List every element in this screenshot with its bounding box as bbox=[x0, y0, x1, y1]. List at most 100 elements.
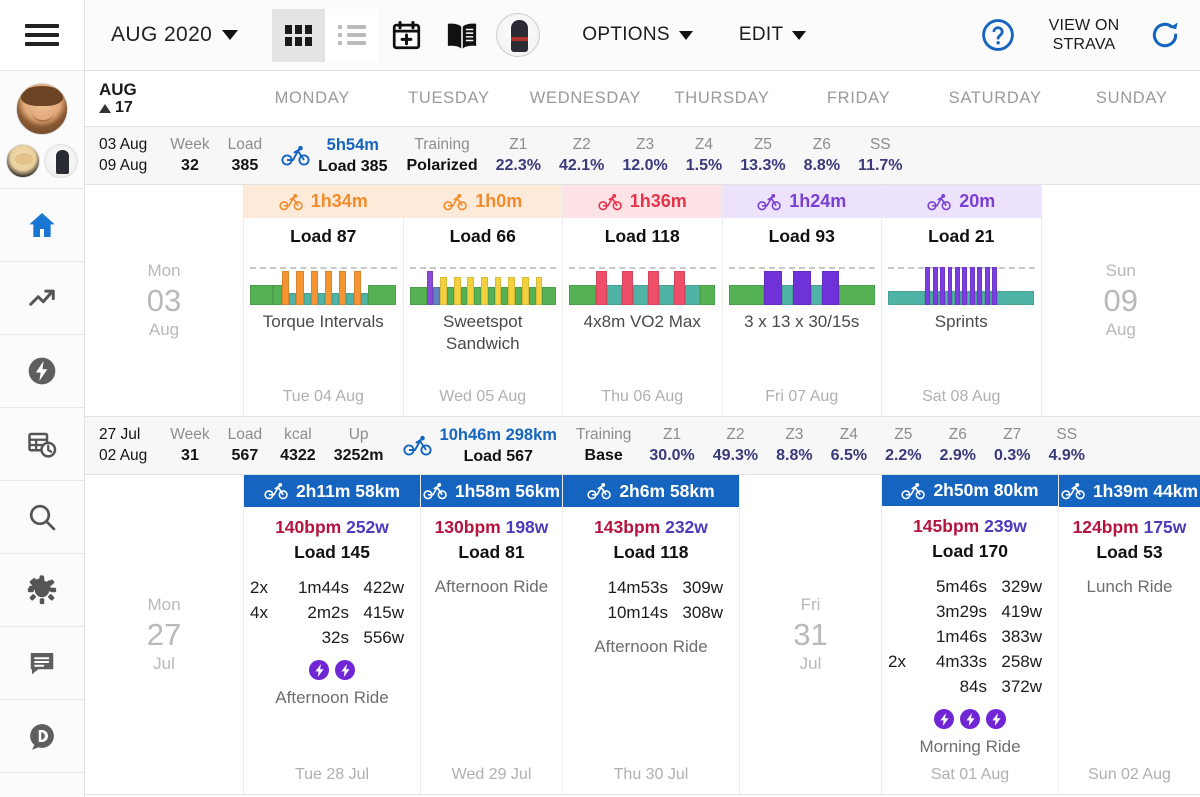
edit-menu[interactable]: EDIT bbox=[729, 18, 816, 52]
week-date-to: 02 Aug bbox=[99, 445, 147, 466]
help-button[interactable] bbox=[970, 7, 1026, 63]
sidebar-item-dashboard[interactable] bbox=[0, 700, 84, 773]
day-cell-empty[interactable]: Mon27Jul bbox=[85, 475, 244, 794]
workout-profile-chart bbox=[567, 253, 718, 305]
add-calendar-button[interactable] bbox=[378, 7, 434, 63]
zone-label: Z5 bbox=[894, 425, 912, 445]
activity-header: 1h39m 44km bbox=[1059, 475, 1200, 507]
effort-list: 14m53s309w10m14s308w bbox=[569, 575, 733, 625]
strava-line2: STRAVA bbox=[1036, 35, 1132, 54]
week-training-type: TrainingPolarized bbox=[397, 135, 486, 176]
empty-day-dow: Mon bbox=[147, 260, 181, 282]
zone-value: 12.0% bbox=[622, 155, 667, 176]
list-view-button[interactable] bbox=[325, 9, 378, 62]
activity-header: 2h11m 58km bbox=[244, 475, 420, 507]
day-cell-planned-workout[interactable]: 1h36mLoad 1184x8m VO2 MaxThu 06 Aug bbox=[563, 185, 723, 416]
library-button[interactable] bbox=[434, 7, 490, 63]
workout-bar bbox=[332, 293, 339, 305]
bolt-icon bbox=[340, 664, 351, 677]
day-cell-empty[interactable]: Sun09Aug bbox=[1042, 185, 1200, 416]
table-clock-icon bbox=[26, 429, 58, 459]
activity-name-row: Afternoon Ride bbox=[435, 575, 548, 598]
week-ride-total: 5h54mLoad 385 bbox=[271, 135, 397, 177]
day-cell-planned-workout[interactable]: 1h24mLoad 933 x 13 x 30/15sFri 07 Aug bbox=[723, 185, 883, 416]
activity-name: Afternoon Ride bbox=[435, 575, 548, 598]
day-header-monday: MONDAY bbox=[244, 89, 381, 108]
grid-view-button[interactable] bbox=[272, 9, 325, 62]
effort-power: 415w bbox=[356, 600, 404, 625]
effort-duration: 5m46s bbox=[921, 574, 987, 599]
week-stat-value: 4322 bbox=[280, 445, 316, 466]
sidebar-item-search[interactable] bbox=[0, 481, 84, 554]
options-menu[interactable]: OPTIONS bbox=[572, 18, 703, 52]
workout-bar bbox=[311, 271, 318, 305]
day-cell-activity[interactable]: 2h50m 80km145bpm 239wLoad 1705m46s329w3m… bbox=[882, 475, 1059, 794]
athlete-avatar[interactable] bbox=[496, 13, 540, 57]
day-header-wednesday: WEDNESDAY bbox=[517, 89, 654, 108]
activity-duration-distance: 1h39m 44km bbox=[1093, 481, 1198, 502]
workout-bar bbox=[361, 293, 368, 305]
week-date-from: 03 Aug bbox=[99, 135, 147, 155]
workout-bar bbox=[250, 285, 273, 305]
day-cell-activity[interactable]: 2h11m 58km140bpm 252wLoad 1452x1m44s422w… bbox=[244, 475, 421, 794]
user-avatar-2[interactable] bbox=[44, 144, 78, 178]
workout-bar bbox=[648, 271, 659, 305]
effort-multiplier: 4x bbox=[250, 600, 276, 625]
training-label: Training bbox=[414, 135, 469, 155]
comment-icon bbox=[27, 648, 57, 678]
refresh-button[interactable] bbox=[1142, 19, 1188, 51]
athlete-switcher[interactable] bbox=[0, 71, 84, 189]
sidebar-item-history[interactable] bbox=[0, 408, 84, 481]
workout-bar bbox=[427, 271, 434, 305]
day-cell-planned-workout[interactable]: 20mLoad 21SprintsSat 08 Aug bbox=[882, 185, 1042, 416]
workout-load: Load 21 bbox=[928, 226, 994, 247]
week-zone-ss: SS11.7% bbox=[849, 135, 911, 176]
day-cell-activity[interactable]: 1h39m 44km124bpm 175wLoad 53Lunch RideSu… bbox=[1059, 475, 1200, 794]
workout-bar bbox=[273, 285, 282, 305]
month-week-indicator: AUG 17 bbox=[85, 80, 244, 117]
sidebar-item-home[interactable] bbox=[0, 189, 84, 262]
menu-button[interactable] bbox=[0, 0, 84, 71]
workout-bar bbox=[536, 277, 543, 305]
refresh-icon bbox=[1149, 19, 1181, 51]
workout-duration: 1h34m bbox=[311, 191, 368, 212]
sidebar-item-settings[interactable] bbox=[0, 554, 84, 627]
user-avatar-main[interactable] bbox=[16, 83, 68, 135]
activity-power: 232w bbox=[665, 517, 708, 537]
day-cell-activity[interactable]: 2h6m 58km143bpm 232wLoad 11814m53s309w10… bbox=[563, 475, 740, 794]
sidebar-item-power[interactable] bbox=[0, 335, 84, 408]
week-grid: Mon03Aug1h34mLoad 87Torque IntervalsTue … bbox=[85, 185, 1200, 417]
workout-date: Sat 08 Aug bbox=[882, 380, 1041, 416]
user-avatar-1[interactable] bbox=[6, 144, 40, 178]
week-stat: Week31 bbox=[161, 425, 218, 466]
bicycle-icon bbox=[757, 193, 782, 211]
period-selector[interactable]: AUG 2020 bbox=[105, 19, 244, 51]
week-zone-z1: Z122.3% bbox=[487, 135, 550, 176]
day-cell-empty[interactable]: Mon03Aug bbox=[85, 185, 244, 416]
day-cell-planned-workout[interactable]: 1h34mLoad 87Torque IntervalsTue 04 Aug bbox=[244, 185, 404, 416]
week-count-value: 17 bbox=[115, 99, 133, 117]
week-stat-label: Up bbox=[349, 425, 369, 445]
activity-power: 239w bbox=[984, 516, 1027, 536]
sidebar-item-messages[interactable] bbox=[0, 627, 84, 700]
workout-bar bbox=[764, 271, 782, 305]
trending-up-icon bbox=[26, 283, 58, 313]
activity-name-row: Afternoon Ride bbox=[594, 635, 707, 658]
workout-header: 20m bbox=[882, 185, 1041, 218]
workout-load: Load 93 bbox=[769, 226, 835, 247]
day-cell-activity[interactable]: 1h58m 56km130bpm 198wLoad 81Afternoon Ri… bbox=[421, 475, 563, 794]
activity-name: Lunch Ride bbox=[1086, 575, 1172, 598]
activity-power: 175w bbox=[1144, 517, 1187, 537]
day-cell-empty[interactable]: Fri31Jul bbox=[740, 475, 882, 794]
week-stat: Up3252m bbox=[325, 425, 393, 466]
day-header-row: AUG 17 MONDAY TUESDAY WEDNESDAY THURSDAY… bbox=[85, 71, 1200, 127]
power-badge bbox=[309, 660, 329, 680]
training-label: Training bbox=[576, 425, 631, 445]
view-on-strava-button[interactable]: VIEW ON STRAVA bbox=[1036, 16, 1132, 54]
sidebar-item-trends[interactable] bbox=[0, 262, 84, 335]
bicycle-icon bbox=[423, 482, 448, 500]
day-cell-planned-workout[interactable]: 1h0mLoad 66Sweetspot SandwichWed 05 Aug bbox=[404, 185, 564, 416]
power-badge bbox=[335, 660, 355, 680]
empty-day-label: Mon27Jul bbox=[147, 594, 181, 675]
activity-duration-distance: 2h6m 58km bbox=[619, 481, 714, 502]
